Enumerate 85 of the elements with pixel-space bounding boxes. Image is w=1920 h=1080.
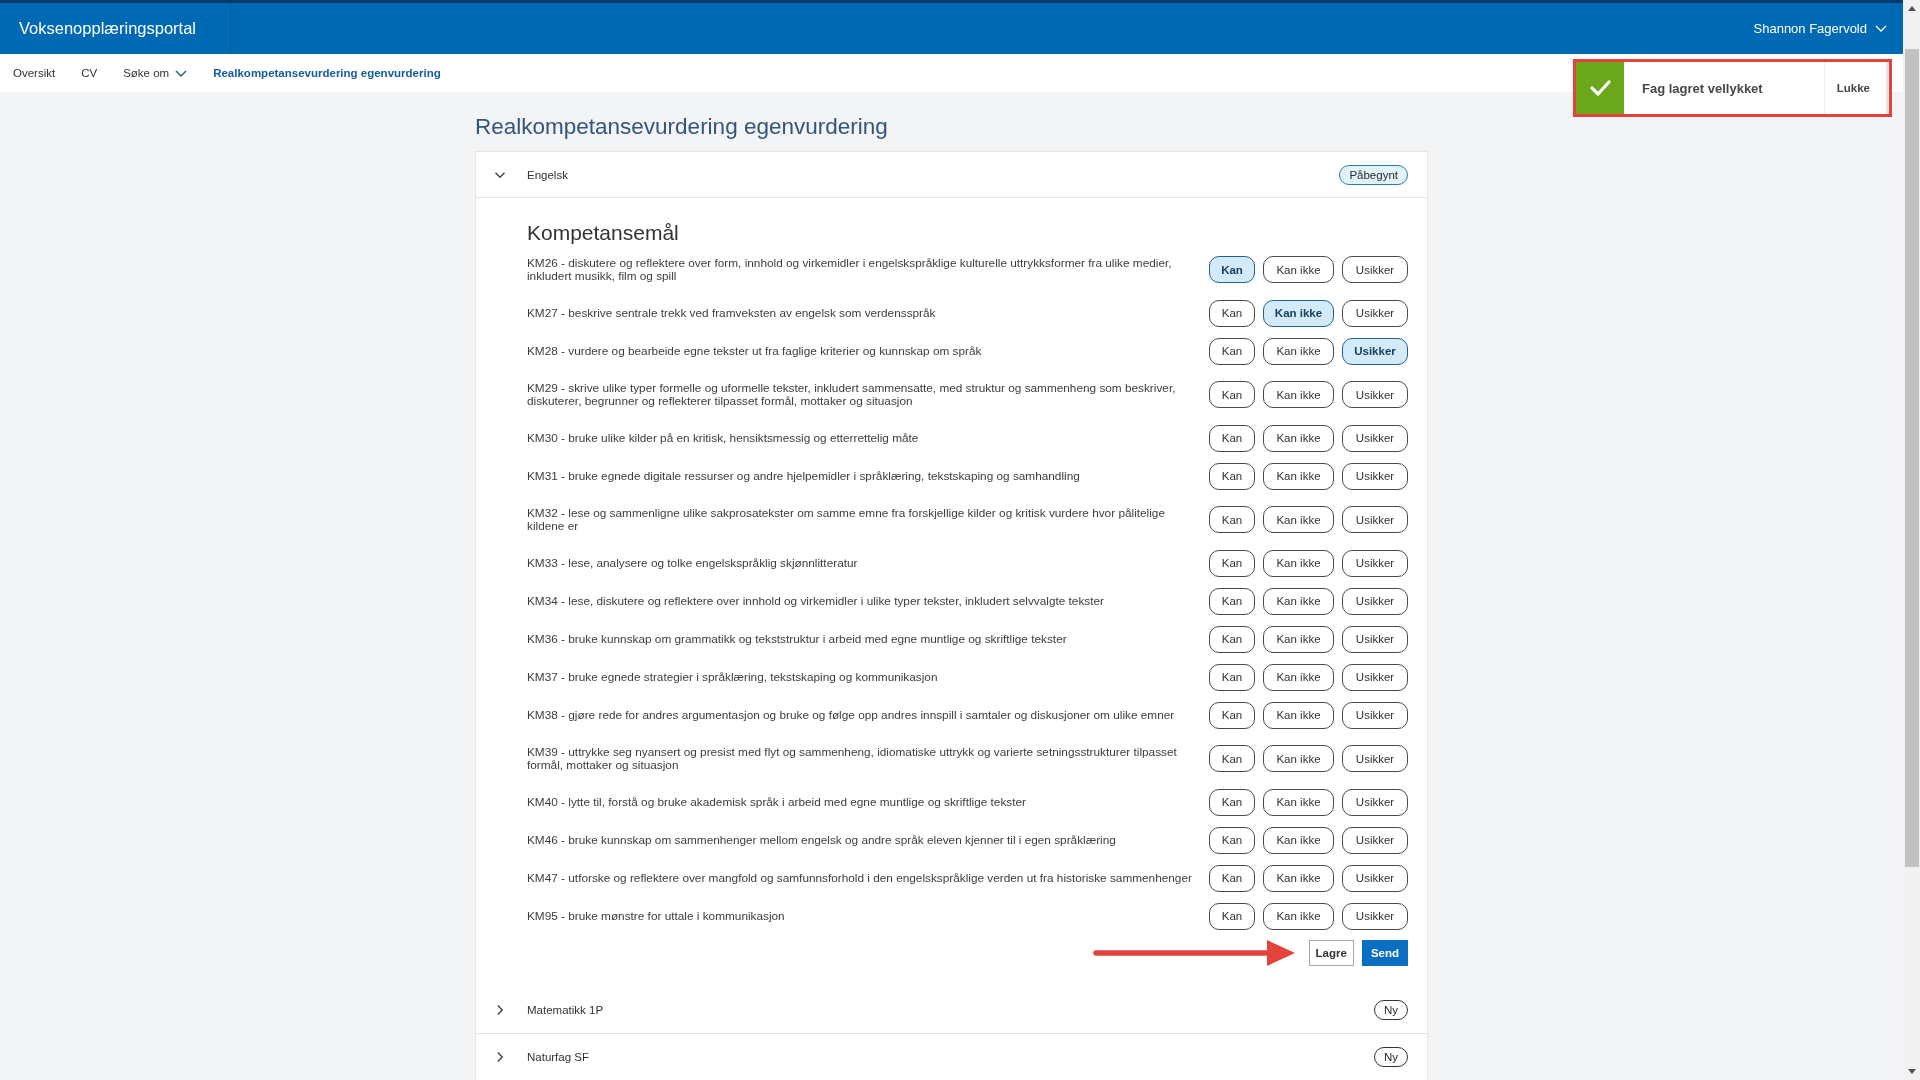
goal-text: KM33 - lese, analysere og tolke engelskspråklig skjønnlitteratur: [527, 554, 859, 572]
option-button[interactable]: Usikker: [1342, 424, 1408, 452]
option-button[interactable]: Kan ikke: [1263, 549, 1334, 577]
goal-text: KM38 - gjøre rede for andres argumentasjon og bruke og følge opp andres innspill i samtaler og diskusjoner om ulike emner: [527, 706, 1176, 724]
option-button[interactable]: Kan: [1209, 745, 1255, 772]
option-button[interactable]: Kan: [1209, 625, 1255, 653]
option-button[interactable]: Kan ikke: [1263, 256, 1334, 283]
save-button[interactable]: Lagre: [1308, 940, 1354, 966]
option-button[interactable]: Kan ikke: [1263, 745, 1334, 772]
scroll-up-icon[interactable]: [1907, 6, 1916, 11]
option-button[interactable]: Kan: [1209, 701, 1255, 729]
nav-link[interactable]: Realkompetansevurdering egenvurdering: [213, 67, 441, 79]
goal-text: KM30 - bruke ulike kilder på en kritisk, hensiktsmessig og etterrettelig måte: [527, 429, 920, 447]
option-button[interactable]: Kan ikke: [1263, 381, 1334, 408]
option-button[interactable]: Usikker: [1342, 745, 1408, 772]
option-button[interactable]: Usikker: [1342, 902, 1408, 930]
nav-link[interactable]: Oversikt: [13, 67, 56, 79]
goal-text: KM29 - skrive ulike typer formelle og uformelle tekster, inkludert sammensatte, med struktur og sammenheng som beskriver, diskuterer, begrunner og reflekterer tilpasset formål, mottaker og situasjon: [527, 380, 1177, 410]
option-button[interactable]: Kan: [1209, 506, 1255, 533]
option-button[interactable]: Usikker: [1342, 549, 1408, 577]
option-button[interactable]: Usikker: [1342, 462, 1408, 490]
goal-text: KM40 - lytte til, forstå og bruke akademisk språk i arbeid med egne muntlige og skriftlige tekster: [527, 793, 1027, 811]
option-button[interactable]: Kan: [1209, 663, 1255, 691]
goal-text: KM36 - bruke kunnskap om grammatikk og tekststruktur i arbeid med egne muntlige og skriftlige tekster: [527, 630, 1068, 648]
option-button[interactable]: Kan ikke: [1263, 625, 1334, 653]
option-button[interactable]: Kan ikke: [1263, 299, 1334, 327]
send-button[interactable]: Send: [1361, 940, 1408, 966]
goal-text: KM31 - bruke egnede digitale ressurser og andre hjelpemidler i språklæring, tekstskaping og samhandling: [527, 467, 1081, 485]
option-button[interactable]: Kan ikke: [1263, 424, 1334, 452]
nav-link[interactable]: CV: [81, 67, 98, 79]
option-button[interactable]: Kan: [1209, 381, 1255, 408]
goal-text: KM32 - lese og sammenligne ulike sakprosatekster om samme emne fra forskjellige kilder og kritisk vurdere hvor pålitelige kildene er: [527, 505, 1166, 535]
option-button[interactable]: Kan: [1209, 864, 1255, 892]
option-button[interactable]: Usikker: [1342, 701, 1408, 729]
section-heading: Kompetansemål: [527, 220, 680, 245]
option-button[interactable]: Kan ikke: [1263, 663, 1334, 691]
goal-text: KM47 - utforske og reflektere over mangfold og samfunnsforhold i den engelskspråklige verden ut fra historiske sammenhenger: [527, 869, 1193, 887]
option-button[interactable]: Kan: [1209, 587, 1255, 615]
page-title: Realkompetansevurdering egenvurdering: [475, 113, 889, 140]
option-button[interactable]: Kan ikke: [1263, 902, 1334, 930]
option-button[interactable]: Kan ikke: [1263, 788, 1334, 816]
option-button[interactable]: Kan ikke: [1263, 506, 1334, 533]
option-button[interactable]: Usikker: [1342, 587, 1408, 615]
status-badge: Påbegynt: [1339, 164, 1408, 185]
goal-text: KM95 - bruke mønstre for uttale i kommunikasjon: [527, 907, 786, 925]
option-button[interactable]: Usikker: [1342, 663, 1408, 691]
option-button[interactable]: Kan: [1209, 337, 1255, 365]
goal-text: KM34 - lese, diskutere og reflektere over innhold og virkemidler i ulike typer tekster, inkludert selvvalgte tekster: [527, 592, 1105, 610]
scroll-down-icon[interactable]: [1907, 1069, 1916, 1074]
option-button[interactable]: Usikker: [1342, 256, 1408, 283]
option-button[interactable]: Usikker: [1342, 337, 1408, 365]
option-button[interactable]: Usikker: [1342, 506, 1408, 533]
option-button[interactable]: Kan: [1209, 549, 1255, 577]
option-button[interactable]: Kan: [1209, 299, 1255, 327]
goal-text: KM28 - vurdere og bearbeide egne tekster ut fra faglige kriterier og kunnskap om språk: [527, 342, 983, 360]
option-button[interactable]: Kan: [1209, 424, 1255, 452]
option-button[interactable]: Kan: [1209, 826, 1255, 854]
option-button[interactable]: Usikker: [1342, 826, 1408, 854]
status-badge: Ny: [1373, 1047, 1408, 1067]
option-button[interactable]: Kan ikke: [1263, 826, 1334, 854]
option-button[interactable]: Usikker: [1342, 864, 1408, 892]
goal-text: KM46 - bruke kunnskap om sammenhenger mellom engelsk og andre språk eleven kjenner til i egen språklæring: [527, 831, 1117, 849]
goal-text: KM27 - beskrive sentrale trekk ved framveksten av engelsk som verdensspråk: [527, 304, 937, 322]
option-button[interactable]: Kan: [1209, 902, 1255, 930]
goal-text: KM26 - diskutere og reflektere over form, innhold og virkemidler i engelskspråklige kulturelle uttrykksformer fra ulike medier, inkludert musikk, film og spill: [527, 255, 1173, 285]
status-badge: Ny: [1373, 1000, 1408, 1020]
option-button[interactable]: Kan ikke: [1263, 337, 1334, 365]
chevron-down-icon: [1875, 25, 1887, 32]
option-button[interactable]: Usikker: [1342, 381, 1408, 408]
goal-text: KM37 - bruke egnede strategier i språklæring, tekstskaping og kommunikasjon: [527, 668, 939, 686]
option-button[interactable]: Kan ikke: [1263, 864, 1334, 892]
option-button[interactable]: Kan ikke: [1263, 701, 1334, 729]
option-button[interactable]: Usikker: [1342, 299, 1408, 327]
option-button[interactable]: Kan: [1209, 788, 1255, 816]
user-menu[interactable]: Shannon Fagervold: [1753, 3, 1903, 54]
nav-link[interactable]: Søke om: [123, 67, 188, 79]
toast-message: Fag lagret vellykket: [1641, 80, 1764, 96]
option-button[interactable]: Kan: [1209, 256, 1255, 283]
option-button[interactable]: Kan ikke: [1263, 587, 1334, 615]
option-button[interactable]: Usikker: [1342, 625, 1408, 653]
option-button[interactable]: Kan ikke: [1263, 462, 1334, 490]
option-button[interactable]: Usikker: [1342, 788, 1408, 816]
goal-text: KM39 - uttrykke seg nyansert og presist med flyt og sammenheng, idiomatiske uttrykk og varierte setningsstrukturer tilpasset formål, mottaker og situasjon: [527, 744, 1178, 774]
option-button[interactable]: Kan: [1209, 462, 1255, 490]
scrollbar-thumb[interactable]: [1904, 49, 1919, 867]
